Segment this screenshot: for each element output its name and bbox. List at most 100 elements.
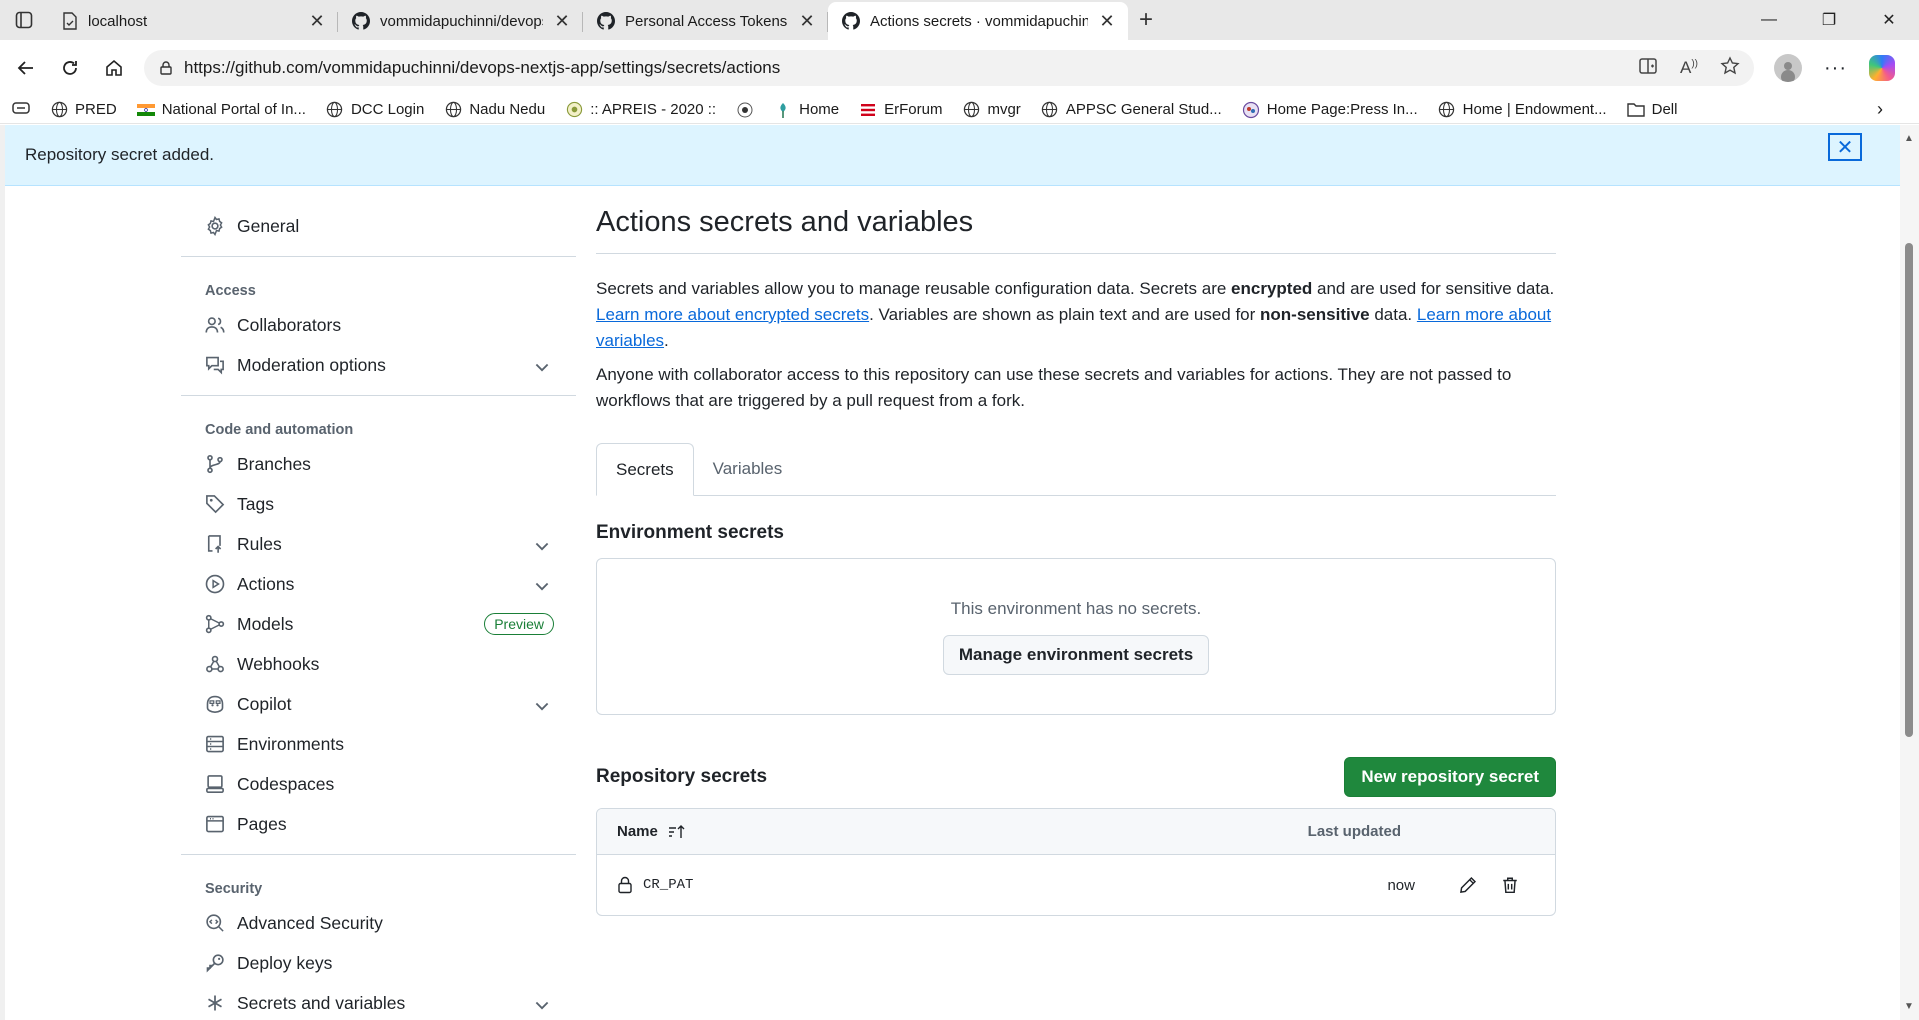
chevron-down-icon[interactable] bbox=[532, 357, 552, 377]
bookmark-seal[interactable] bbox=[736, 101, 754, 119]
pencil-icon[interactable] bbox=[1459, 876, 1477, 894]
address-bar[interactable]: https://github.com/vommidapuchinni/devop… bbox=[144, 50, 1754, 86]
sidebar-item-collaborators[interactable]: Collaborators bbox=[181, 305, 576, 345]
table-header: Name Last updated bbox=[597, 809, 1555, 855]
secret-name-cell: CR_PAT bbox=[617, 876, 693, 894]
close-window-icon[interactable]: ✕ bbox=[1859, 0, 1919, 40]
address-toolbar: https://github.com/vommidapuchinni/devop… bbox=[0, 40, 1919, 96]
more-options-icon[interactable]: ··· bbox=[1824, 57, 1847, 80]
bookmark-mvgr[interactable]: mvgr bbox=[962, 101, 1021, 119]
browser-icon bbox=[206, 815, 224, 833]
page-title: Actions secrets and variables bbox=[596, 206, 1556, 254]
bookmark-national-portal[interactable]: National Portal of In... bbox=[136, 101, 306, 119]
browser-tab-repo[interactable]: vommidapuchinni/devops-nextjs- ✕ bbox=[338, 2, 583, 40]
bookmark-nadu-nedu[interactable]: Nadu Nedu bbox=[444, 101, 545, 119]
bookmark-appsc[interactable]: APPSC General Stud... bbox=[1041, 101, 1222, 119]
sidebar-item-label: Branches bbox=[237, 453, 311, 474]
bookmark-pred[interactable]: PRED bbox=[50, 101, 117, 119]
tab-secrets[interactable]: Secrets bbox=[596, 443, 694, 496]
sidebar-item-branches[interactable]: Branches bbox=[181, 444, 576, 484]
tab-title: vommidapuchinni/devops-nextjs- bbox=[380, 12, 543, 30]
bookmark-folder-dell[interactable]: Dell bbox=[1626, 101, 1678, 119]
sidebar-item-pages[interactable]: Pages bbox=[181, 804, 576, 844]
bookmark-endowment[interactable]: Home | Endowment... bbox=[1438, 101, 1607, 119]
close-tab-icon[interactable]: ✕ bbox=[798, 11, 816, 32]
window-controls: ― ❐ ✕ bbox=[1739, 0, 1919, 40]
sidebar-item-label: Deploy keys bbox=[237, 952, 333, 973]
new-tab-icon[interactable]: + bbox=[1128, 6, 1164, 34]
tab-actions-menu-icon[interactable] bbox=[0, 0, 48, 40]
bookmark-erforum[interactable]: ErForum bbox=[859, 101, 942, 119]
tab-variables[interactable]: Variables bbox=[694, 443, 802, 495]
home-icon[interactable] bbox=[92, 48, 136, 88]
close-tab-icon[interactable]: ✕ bbox=[308, 11, 326, 32]
sidebar-item-codespaces[interactable]: Codespaces bbox=[181, 764, 576, 804]
browser-tab-actions-secrets[interactable]: Actions secrets · vommidapuchinn ✕ bbox=[828, 2, 1128, 40]
browser-tab-pat[interactable]: Personal Access Tokens (Classic) ✕ bbox=[583, 2, 828, 40]
close-icon[interactable]: ✕ bbox=[1828, 133, 1862, 161]
divider bbox=[181, 395, 576, 396]
bookmark-label: Dell bbox=[1651, 101, 1678, 118]
models-icon bbox=[205, 614, 225, 634]
profile-avatar-icon[interactable] bbox=[1774, 54, 1802, 82]
sidebar-item-actions[interactable]: Actions bbox=[181, 564, 576, 604]
back-icon[interactable] bbox=[4, 48, 48, 88]
read-aloud-icon[interactable]: A)) bbox=[1680, 58, 1698, 78]
browser-tab-localhost[interactable]: localhost ✕ bbox=[48, 2, 338, 40]
preview-badge: Preview bbox=[484, 613, 554, 635]
row-actions bbox=[1459, 876, 1519, 894]
bookmark-label: Nadu Nedu bbox=[469, 101, 546, 118]
main-content: Actions secrets and variables Secrets an… bbox=[596, 206, 1556, 916]
sidebar-item-copilot[interactable]: Copilot bbox=[181, 684, 576, 724]
bookmark-press[interactable]: Home Page:Press In... bbox=[1242, 101, 1418, 119]
sidebar-item-label: Environments bbox=[237, 733, 344, 754]
gear-icon bbox=[207, 216, 223, 236]
sidebar-item-secrets-variables[interactable]: Secrets and variables bbox=[181, 983, 576, 1020]
close-tab-icon[interactable]: ✕ bbox=[553, 11, 571, 32]
chevron-down-icon[interactable] bbox=[532, 696, 552, 716]
chevron-down-icon[interactable] bbox=[532, 995, 552, 1015]
bookmark-apreis[interactable]: :: APREIS - 2020 :: bbox=[565, 101, 716, 119]
minimize-icon[interactable]: ― bbox=[1739, 0, 1799, 40]
sidebar-item-tags[interactable]: Tags bbox=[181, 484, 576, 524]
sidebar-item-deploy-keys[interactable]: Deploy keys bbox=[181, 943, 576, 983]
sidebar-item-moderation[interactable]: Moderation options bbox=[181, 345, 576, 385]
sidebar-item-environments[interactable]: Environments bbox=[181, 724, 576, 764]
new-repository-secret-button[interactable]: New repository secret bbox=[1344, 757, 1556, 797]
reading-list-icon[interactable] bbox=[12, 101, 30, 119]
environment-secrets-heading: Environment secrets bbox=[596, 522, 784, 543]
scrollbar-thumb[interactable] bbox=[1905, 243, 1913, 737]
learn-more-secrets-link[interactable]: Learn more about encrypted secrets bbox=[596, 305, 869, 324]
refresh-icon[interactable] bbox=[48, 48, 92, 88]
sidebar-item-advanced-security[interactable]: Advanced Security bbox=[181, 903, 576, 943]
bookmark-dcc-login[interactable]: DCC Login bbox=[326, 101, 424, 119]
restore-icon[interactable]: ❐ bbox=[1799, 0, 1859, 40]
bookmark-home[interactable]: Home bbox=[774, 101, 839, 119]
copilot-icon[interactable] bbox=[1868, 55, 1895, 81]
trash-icon[interactable] bbox=[1501, 876, 1519, 894]
bookmarks-bar: PRED National Portal of In... DCC Login … bbox=[0, 96, 1919, 124]
scroll-down-icon[interactable]: ▼ bbox=[1904, 1001, 1914, 1012]
favorite-star-icon[interactable] bbox=[1720, 55, 1740, 81]
sidebar-item-general[interactable]: General bbox=[181, 206, 576, 246]
secrets-variables-tabs: Secrets Variables bbox=[596, 443, 1556, 496]
chevron-down-icon[interactable] bbox=[532, 576, 552, 596]
chevron-right-icon[interactable]: › bbox=[1877, 99, 1883, 120]
page-scrollbar[interactable]: ▲ ▼ bbox=[1900, 125, 1919, 1020]
close-tab-icon[interactable]: ✕ bbox=[1098, 11, 1116, 32]
github-icon bbox=[842, 12, 860, 30]
url-text[interactable]: https://github.com/vommidapuchinni/devop… bbox=[184, 58, 1628, 78]
leaf-icon bbox=[774, 101, 792, 119]
sidebar-item-rules[interactable]: Rules bbox=[181, 524, 576, 564]
manage-environment-secrets-button[interactable]: Manage environment secrets bbox=[942, 634, 1210, 675]
india-flag-icon bbox=[136, 101, 155, 119]
chevron-down-icon[interactable] bbox=[532, 536, 552, 556]
scroll-up-icon[interactable]: ▲ bbox=[1904, 133, 1914, 144]
split-screen-icon[interactable] bbox=[1638, 56, 1658, 81]
sidebar-item-models[interactable]: Models Preview bbox=[181, 604, 576, 644]
sidebar-item-label: Codespaces bbox=[237, 773, 335, 794]
sidebar-item-webhooks[interactable]: Webhooks bbox=[181, 644, 576, 684]
site-info-icon[interactable] bbox=[158, 60, 174, 76]
sort-by-name-control[interactable]: Name bbox=[617, 823, 686, 840]
column-header-name: Name bbox=[617, 823, 658, 840]
